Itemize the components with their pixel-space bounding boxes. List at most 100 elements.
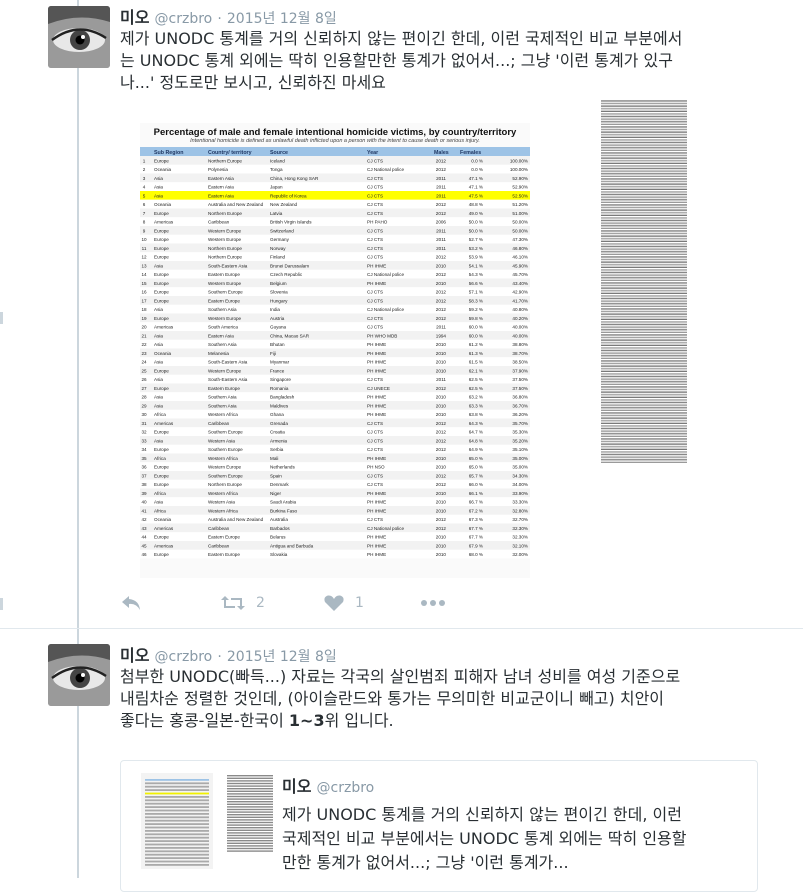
thumb-row — [227, 780, 273, 782]
mini-table-gap — [599, 204, 689, 205]
like-button[interactable]: 1 — [323, 594, 364, 612]
table-cell: 67.7 % — [469, 535, 483, 540]
table-cell: Netherlands — [270, 465, 295, 470]
tweet-text: 첨부한 UNODC(빠득...) 자료는 각국의 살인범죄 피해자 남녀 성비를… — [120, 666, 790, 732]
mini-table-gap — [599, 349, 689, 351]
table-cell: Africa — [154, 491, 166, 496]
quoted-thumbnail-svg — [145, 779, 209, 866]
table-cell: Eastern Europe — [208, 386, 240, 391]
thumb-row — [227, 795, 273, 798]
table-cell: 2011 — [436, 246, 446, 251]
table-cell: 2010 — [436, 368, 447, 373]
mini-table-gap — [599, 443, 689, 444]
table-header-cell: Females — [460, 150, 481, 156]
table-cell: Germany — [270, 237, 290, 242]
thumb-row — [145, 857, 209, 859]
thumb-row — [145, 833, 209, 836]
mini-table-gap — [599, 289, 689, 291]
table-cell: Northern Europe — [208, 246, 242, 251]
tweet-date[interactable]: 2015년 12월 8일 — [227, 11, 337, 27]
table-cell: CJ National police — [367, 307, 404, 312]
table-cell: 32.80% — [512, 508, 528, 513]
table-cell: 0.0 % — [471, 167, 483, 172]
thumb-row — [227, 816, 273, 818]
mini-table-gap — [599, 287, 689, 288]
table-cell: Western Asia — [208, 500, 235, 505]
table-cell: 36.80% — [512, 395, 528, 400]
display-name[interactable]: 미오 — [120, 8, 149, 27]
thumb-row — [145, 840, 209, 842]
mini-table-gap — [599, 276, 689, 278]
more-button[interactable] — [420, 594, 446, 612]
table-cell: Europe — [154, 535, 169, 540]
table-cell: 51.00% — [512, 211, 528, 216]
table-cell: CJ CTS — [367, 290, 383, 295]
quoted-tweet[interactable]: 미오 @crzbro 제가 UNODC 통계를 거의 신뢰하지 않는 편이긴 한… — [120, 760, 758, 892]
thumb-row — [227, 847, 273, 850]
avatar[interactable] — [48, 644, 110, 706]
table-cell: Iceland — [270, 158, 285, 163]
table-cell: 46.80% — [512, 246, 528, 251]
table-cell: Europe — [154, 281, 169, 286]
tweet-date[interactable]: 2015년 12월 8일 — [227, 649, 337, 665]
mini-table-gap — [599, 240, 689, 241]
table-cell: Spain — [270, 473, 282, 478]
thumb-row — [145, 830, 209, 832]
table-cell: 21 — [141, 333, 147, 338]
table-cell: CJ CTS — [367, 447, 383, 452]
display-name[interactable]: 미오 — [120, 646, 149, 665]
reply-button[interactable] — [120, 594, 142, 612]
table-cell: Norway — [270, 246, 286, 251]
table-cell: CJ CTS — [367, 202, 383, 207]
attached-image-table[interactable]: Percentage of male and female intentiona… — [140, 123, 530, 578]
thumb-row — [227, 801, 273, 803]
mini-table-gap — [599, 391, 689, 392]
table-cell: Asia — [154, 377, 163, 382]
quoted-user-handle: @crzbro — [316, 780, 375, 796]
table-cell: Bangladesh — [270, 395, 295, 400]
table-cell: 33.90% — [512, 491, 528, 496]
table-cell: Saudi Arabia — [270, 500, 296, 505]
table-cell: CJ National police — [367, 167, 404, 172]
mini-table-gap — [599, 396, 689, 397]
table-cell: Southern Europe — [208, 473, 243, 478]
table-cell: 38 — [141, 482, 147, 487]
table-cell: 32.70% — [512, 517, 528, 522]
table-cell: PH WHO MDB — [367, 333, 397, 338]
quoted-thumbnail-long-table — [225, 773, 277, 853]
table-cell: 66.1 % — [469, 491, 483, 496]
table-cell: Asia — [154, 395, 163, 400]
table-cell: Europe — [154, 430, 169, 435]
table-cell: Asia — [154, 176, 163, 181]
table-cell: PH IHME — [367, 351, 386, 356]
table-cell: Latvia — [270, 211, 283, 216]
table-cell: 9 — [143, 228, 146, 233]
dot-separator: · — [217, 649, 222, 665]
retweet-button[interactable]: 2 — [220, 594, 265, 612]
tweet-text-line: 나...' 정도로만 보시고, 신뢰하진 마세요 — [120, 73, 386, 92]
table-cell: 64.9 % — [469, 447, 483, 452]
user-handle[interactable]: @crzbro — [155, 649, 213, 665]
table-cell: PH IHME — [367, 263, 386, 268]
table-cell: 52.7 % — [469, 237, 483, 242]
thumb-row — [145, 853, 209, 856]
mini-table-gap — [599, 219, 689, 221]
table-cell: 44 — [141, 535, 147, 540]
mini-table-gap — [599, 438, 689, 439]
table-cell: 27 — [141, 386, 147, 391]
table-cell: Ghana — [270, 412, 284, 417]
table-cell: Northern Europe — [208, 211, 242, 216]
mini-table-gap — [599, 165, 689, 166]
table-cell: 35.20% — [512, 438, 528, 443]
thumb-row — [145, 847, 209, 849]
avatar[interactable] — [48, 6, 110, 68]
table-cell: 8 — [143, 220, 146, 225]
table-cell: CJ UNECE — [367, 386, 390, 391]
mini-table-gap — [599, 235, 689, 236]
attached-image-long-table[interactable] — [599, 98, 699, 478]
table-cell: 50.0 % — [469, 220, 483, 225]
user-handle[interactable]: @crzbro — [155, 11, 213, 27]
table-cell: Caribbean — [208, 421, 230, 426]
mini-table-gap — [599, 406, 689, 408]
table-cell: 15 — [141, 281, 147, 286]
